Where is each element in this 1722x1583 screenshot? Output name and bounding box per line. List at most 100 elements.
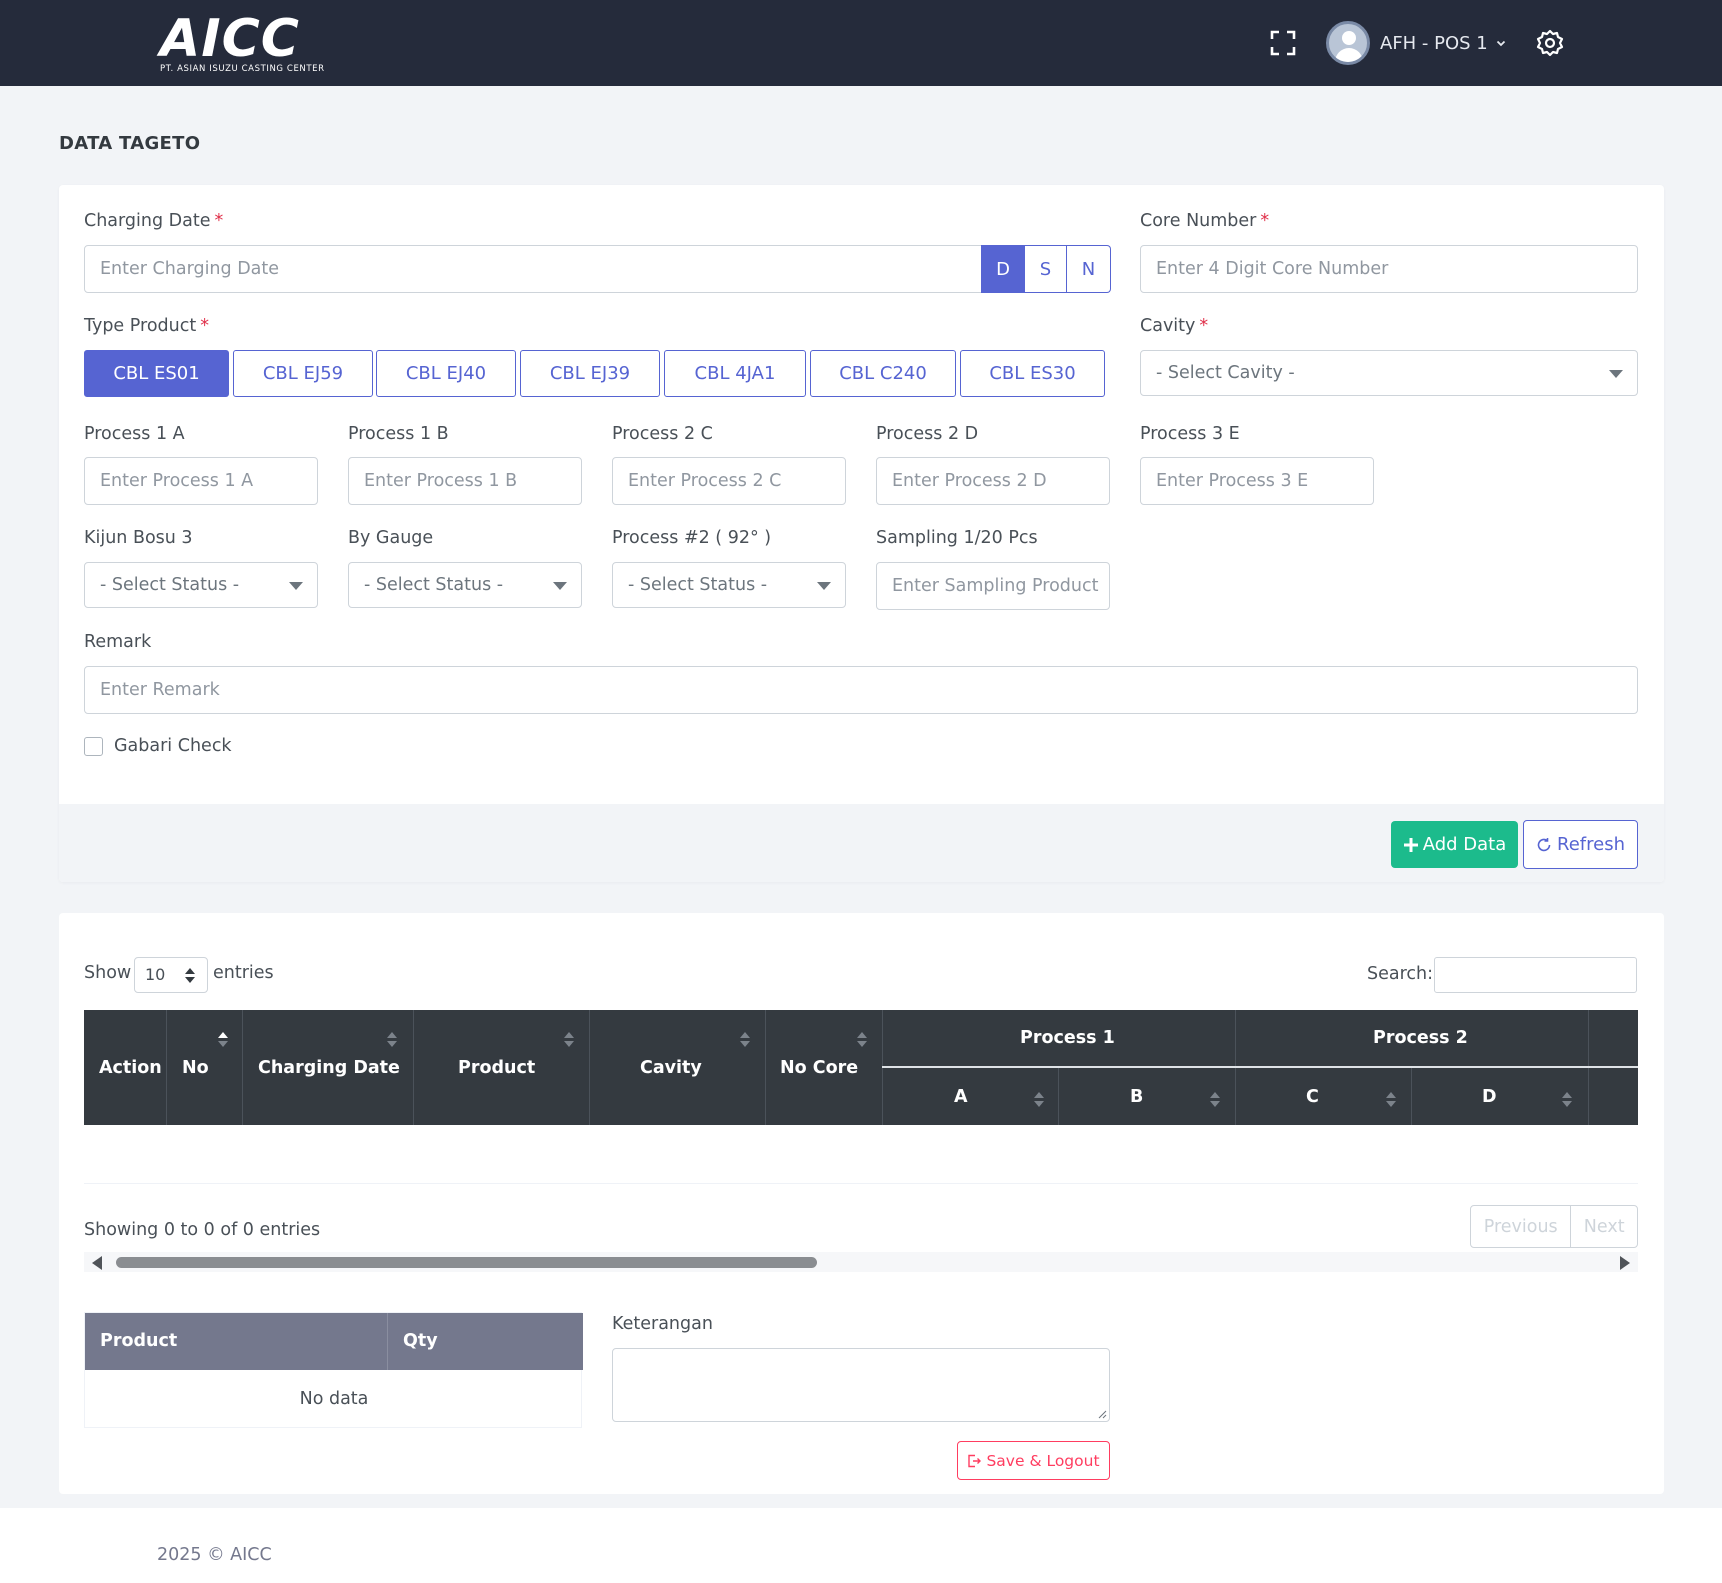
th-summary-qty: Qty (403, 1331, 438, 1351)
logo-text: AICC (160, 9, 300, 69)
chevron-down-icon (1496, 40, 1505, 47)
process-1b-input[interactable]: Enter Process 1 B (348, 457, 582, 505)
th-charging-date[interactable]: Charging Date (258, 1058, 400, 1078)
sort-icon[interactable] (857, 1032, 867, 1048)
scrollbar-thumb[interactable] (116, 1257, 817, 1268)
process-1a-input[interactable]: Enter Process 1 A (84, 457, 318, 505)
search-label: Search: (1367, 964, 1434, 984)
shift-button-group: D S N (981, 245, 1111, 293)
plus-icon (1403, 837, 1418, 852)
process-2d-input[interactable]: Enter Process 2 D (876, 457, 1110, 505)
page-title: DATA TAGETO (59, 133, 201, 154)
product-cbl-ej39-button[interactable]: CBL EJ39 (520, 350, 660, 397)
user-menu[interactable]: AFH - POS 1 (1326, 20, 1506, 66)
th-summary-product: Product (100, 1331, 178, 1351)
by-gauge-select[interactable]: - Select Status - (348, 562, 582, 608)
table-info: Showing 0 to 0 of 0 entries (84, 1220, 321, 1240)
keterangan-textarea[interactable] (612, 1348, 1110, 1422)
process-1a-label: Process 1 A (84, 424, 185, 444)
th-process-1-b[interactable]: B (1130, 1087, 1143, 1107)
product-cbl-c240-button[interactable]: CBL C240 (810, 350, 956, 397)
sort-icon[interactable] (218, 1032, 228, 1048)
process-2c-input[interactable]: Enter Process 2 C (612, 457, 846, 505)
caret-down-icon (817, 582, 831, 590)
product-cbl-es01-button[interactable]: CBL ES01 (84, 350, 229, 397)
process-2c-label: Process 2 C (612, 424, 713, 444)
th-process-1: Process 1 (1020, 1028, 1115, 1048)
remark-label: Remark (84, 632, 152, 652)
th-product[interactable]: Product (458, 1058, 535, 1078)
th-process-1-a[interactable]: A (954, 1087, 968, 1107)
kijun-bosu-label: Kijun Bosu 3 (84, 528, 193, 548)
sort-icon[interactable] (1386, 1092, 1396, 1108)
gabari-label: Gabari Check (114, 736, 232, 756)
product-cbl-ej59-button[interactable]: CBL EJ59 (233, 350, 373, 397)
horizontal-scrollbar[interactable] (84, 1252, 1638, 1272)
th-process-2-c[interactable]: C (1306, 1087, 1319, 1107)
th-no-core[interactable]: No Core (780, 1058, 858, 1078)
logout-icon (968, 1454, 982, 1467)
next-button[interactable]: Next (1571, 1206, 1637, 1247)
th-cavity[interactable]: Cavity (640, 1058, 702, 1078)
aicc-logo[interactable]: AICC PT. ASIAN ISUZU CASTING CENTER (160, 9, 332, 74)
sort-icon[interactable] (740, 1032, 750, 1048)
entries-label: entries (213, 963, 274, 983)
top-navbar: AICC PT. ASIAN ISUZU CASTING CENTER AFH … (0, 0, 1722, 86)
th-process-2-d[interactable]: D (1482, 1087, 1497, 1107)
page-length-select[interactable]: 10 (134, 957, 208, 993)
scroll-left-icon[interactable] (92, 1256, 102, 1270)
th-no[interactable]: No (182, 1058, 209, 1078)
search-input[interactable] (1434, 957, 1637, 993)
select-arrows-icon (185, 968, 195, 984)
cavity-select[interactable]: - Select Cavity - (1140, 350, 1638, 396)
shift-d-button[interactable]: D (981, 245, 1025, 293)
sort-icon[interactable] (1034, 1092, 1044, 1108)
summary-table-header: Product Qty (85, 1313, 583, 1370)
scroll-right-icon[interactable] (1620, 1256, 1630, 1270)
avatar (1326, 21, 1370, 65)
add-data-label: Add Data (1422, 834, 1507, 855)
product-cbl-es30-button[interactable]: CBL ES30 (960, 350, 1105, 397)
summary-table: Product Qty No data (84, 1312, 583, 1428)
caret-down-icon (553, 582, 567, 590)
product-cbl-4ja1-button[interactable]: CBL 4JA1 (664, 350, 806, 397)
gabari-checkbox[interactable] (84, 737, 103, 756)
type-product-label: Type Product * (84, 316, 209, 336)
th-process-2: Process 2 (1373, 1028, 1468, 1048)
process-92-select[interactable]: - Select Status - (612, 562, 846, 608)
process-3e-input[interactable]: Enter Process 3 E (1140, 457, 1374, 505)
sort-icon[interactable] (1562, 1092, 1572, 1108)
shift-s-button[interactable]: S (1025, 245, 1067, 293)
sampling-input[interactable]: Enter Sampling Product (876, 562, 1110, 610)
process-92-label: Process #2 ( 92° ) (612, 528, 772, 548)
pagination: Previous Next (1470, 1205, 1638, 1248)
summary-empty-text: No data (299, 1389, 369, 1409)
fullscreen-icon[interactable] (1270, 30, 1296, 56)
footer: 2025 © AICC (0, 1508, 1722, 1583)
refresh-button[interactable]: Refresh (1523, 820, 1638, 869)
kijun-bosu-select[interactable]: - Select Status - (84, 562, 318, 608)
footer-text: 2025 © AICC (157, 1545, 272, 1565)
data-table-header: Action No Charging Date Product Cavity N… (84, 1010, 1638, 1125)
remark-input[interactable]: Enter Remark (84, 666, 1638, 714)
add-data-button[interactable]: Add Data (1391, 821, 1518, 868)
resize-handle-icon[interactable] (1097, 1409, 1107, 1419)
previous-button[interactable]: Previous (1471, 1206, 1572, 1247)
sort-icon[interactable] (564, 1032, 574, 1048)
save-logout-label: Save & Logout (986, 1451, 1100, 1470)
core-number-input[interactable]: Enter 4 Digit Core Number (1140, 245, 1638, 293)
product-cbl-ej40-button[interactable]: CBL EJ40 (376, 350, 516, 397)
logo-subtext: PT. ASIAN ISUZU CASTING CENTER (160, 64, 325, 74)
sort-icon[interactable] (387, 1032, 397, 1048)
th-action: Action (99, 1058, 162, 1078)
charging-date-input[interactable]: Enter Charging Date (84, 245, 985, 293)
sampling-label: Sampling 1/20 Pcs (876, 528, 1038, 548)
sort-icon[interactable] (1210, 1092, 1220, 1108)
shift-n-button[interactable]: N (1067, 245, 1111, 293)
cavity-label: Cavity * (1140, 316, 1209, 336)
refresh-label: Refresh (1557, 834, 1625, 855)
show-label: Show (84, 963, 132, 983)
gear-icon[interactable] (1536, 29, 1564, 57)
core-number-label: Core Number * (1140, 211, 1270, 231)
save-logout-button[interactable]: Save & Logout (957, 1441, 1110, 1480)
